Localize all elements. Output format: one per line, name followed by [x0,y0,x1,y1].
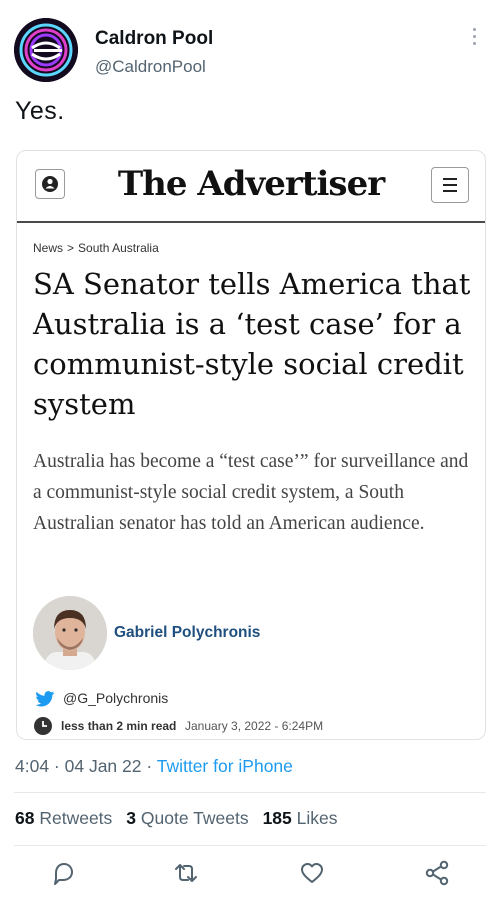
like-button[interactable] [297,858,327,888]
twitter-bird-icon [35,691,55,707]
engagement-stats: 68 Retweets 3 Quote Tweets 185 Likes [15,808,338,829]
likes-stat[interactable]: 185 Likes [263,808,338,828]
article-card[interactable]: The Advertiser News > South Australia SA S… [16,150,486,740]
retweet-button[interactable] [171,858,201,888]
retweet-icon [175,864,197,882]
reply-icon [54,863,73,885]
tweet-source-link[interactable]: Twitter for iPhone [157,756,293,776]
retweets-label: Retweets [39,808,113,828]
tweet-actions [0,858,500,894]
divider [14,845,486,846]
reply-button[interactable] [48,858,78,888]
menu-button[interactable] [431,167,469,203]
breadcrumb-news[interactable]: News [33,241,63,255]
retweets-stat[interactable]: 68 Retweets [15,808,112,828]
article-date: January 3, 2022 - 6:24PM [185,719,324,733]
article-headline[interactable]: SA Senator tells America that Australia … [33,264,473,424]
article-author-name[interactable]: Gabriel Polychronis [114,624,260,642]
author-handle[interactable]: @CaldronPool [95,57,206,77]
masthead: The Advertiser [117,164,385,204]
breadcrumb-south-australia[interactable]: South Australia [78,241,159,255]
author-photo [33,596,107,670]
quotes-stat[interactable]: 3 Quote Tweets [126,808,248,828]
likes-count: 185 [262,808,292,828]
author-name[interactable]: Caldron Pool [95,28,213,50]
quotes-count: 3 [126,808,137,828]
card-topbar: The Advertiser [17,151,485,223]
avatar[interactable] [14,18,78,82]
read-time: less than 2 min read [61,719,177,733]
share-icon [425,860,449,886]
divider [14,792,486,793]
tweet-text: Yes. [15,97,65,125]
clock-icon [34,717,52,735]
retweets-count: 68 [15,808,35,828]
likes-label: Likes [296,808,338,828]
author-portrait-image [33,596,107,670]
breadcrumb-separator: > [67,241,75,255]
breadcrumb: News > South Australia [33,241,159,255]
share-button[interactable] [422,858,452,888]
heart-icon [301,863,323,883]
tweet-timestamp: 4:04 · 04 Jan 22 · Twitter for iPhone [15,756,293,777]
hamburger-icon [443,178,457,192]
article-standfirst: Australia has become a “test case’” for … [33,451,469,534]
more-options-icon[interactable] [470,28,478,52]
author-twitter-handle[interactable]: @G_Polychronis [63,690,168,706]
caldron-pool-logo [14,18,78,82]
quotes-label: Quote Tweets [140,808,249,828]
timestamp-text[interactable]: 4:04 · 04 Jan 22 · [15,756,157,776]
